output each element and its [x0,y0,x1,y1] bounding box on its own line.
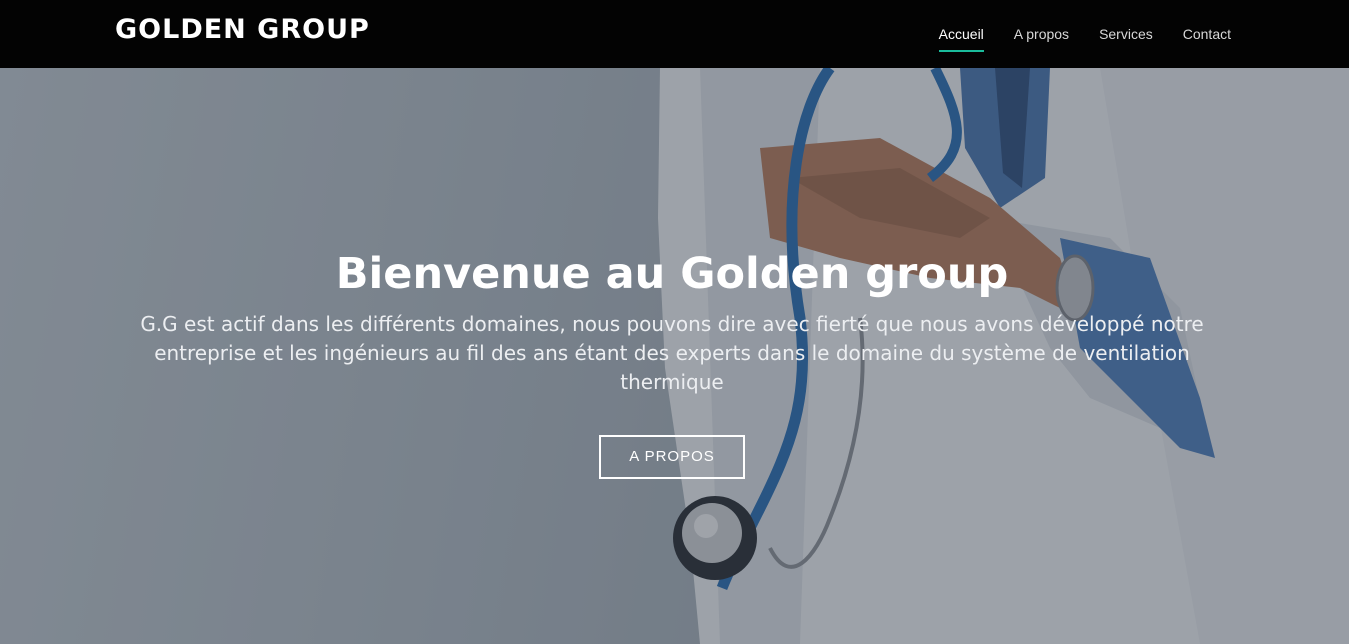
a-propos-button[interactable]: A PROPOS [599,435,745,479]
nav-link-services[interactable]: Services [1099,0,1153,68]
hero-section: Bienvenue au Golden group G.G est actif … [0,68,1349,644]
hero-content: Bienvenue au Golden group G.G est actif … [110,246,1234,479]
nav-links: Accueil A propos Services Contact [909,0,1231,68]
brand-logo[interactable]: GOLDEN GROUP [115,14,370,45]
nav-link-contact[interactable]: Contact [1183,0,1231,68]
navbar: GOLDEN GROUP Accueil A propos Services C… [0,0,1349,68]
nav-link-accueil[interactable]: Accueil [938,0,984,68]
nav-link-a-propos[interactable]: A propos [1014,0,1069,68]
hero-description: G.G est actif dans les différents domain… [140,312,1204,394]
hero-title: Bienvenue au Golden group [335,249,1009,299]
